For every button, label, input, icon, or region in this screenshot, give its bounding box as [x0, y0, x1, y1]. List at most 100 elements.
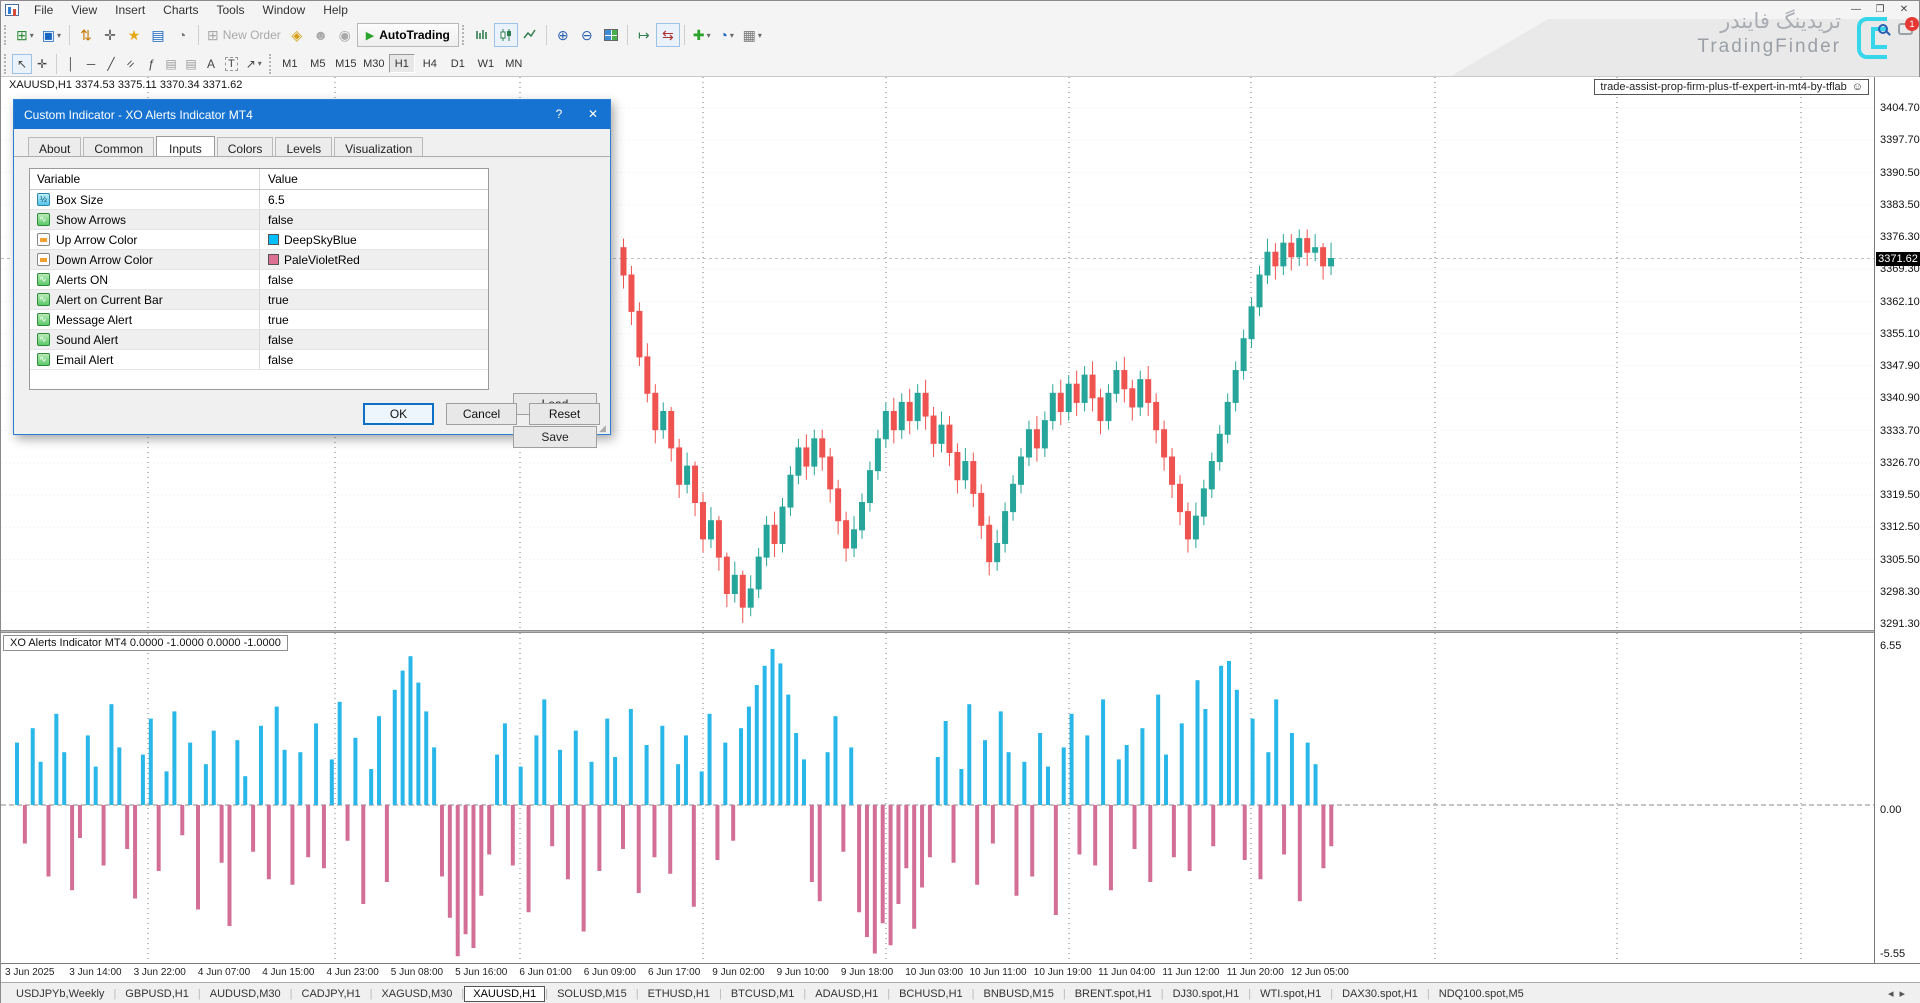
toolbar-grip[interactable]	[462, 25, 466, 45]
scroll-right-icon[interactable]: ▸	[1899, 988, 1911, 1000]
chart-tab-gbpusd[interactable]: GBPUSD,H1	[116, 986, 198, 1002]
reset-button[interactable]: Reset	[529, 403, 600, 425]
indicators-button[interactable]: ✚▾	[689, 23, 715, 47]
search-icon[interactable]	[1878, 24, 1888, 34]
dialog-close-button[interactable]: ✕	[576, 100, 610, 129]
autotrading-button[interactable]: ▶ AutoTrading	[357, 23, 459, 47]
strategy-tester-button[interactable]: ◔	[170, 23, 194, 47]
chart-tab-xauusd[interactable]: XAUUSD,H1	[464, 986, 545, 1002]
timeframe-h1[interactable]: H1	[389, 54, 415, 73]
new-order-button[interactable]: ⊞ New Order	[203, 23, 285, 47]
trendline-button[interactable]: ╱	[101, 54, 121, 74]
menu-tools[interactable]: Tools	[208, 1, 254, 19]
timeframe-w1[interactable]: W1	[473, 54, 499, 73]
menu-help[interactable]: Help	[314, 1, 357, 19]
vertical-line-button[interactable]: │	[61, 54, 81, 74]
fibonacci-button[interactable]: ƒ	[141, 54, 161, 74]
chart-tab-btcusd[interactable]: BTCUSD,M1	[722, 986, 804, 1002]
label-tool-button[interactable]: T	[221, 54, 242, 74]
param-value[interactable]: false	[268, 353, 293, 367]
menu-insert[interactable]: Insert	[106, 1, 154, 19]
param-row[interactable]: Alerts ONfalse	[30, 270, 488, 290]
ok-button[interactable]: OK	[363, 403, 434, 425]
param-value[interactable]: false	[268, 273, 293, 287]
cursor-tool-button[interactable]: ↖	[12, 54, 32, 74]
param-value[interactable]: false	[268, 333, 293, 347]
timeframe-m1[interactable]: M1	[277, 54, 303, 73]
menu-file[interactable]: File	[25, 1, 62, 19]
chart-tab-solusd[interactable]: SOLUSD,M15	[548, 986, 636, 1002]
timeframe-mn[interactable]: MN	[501, 54, 527, 73]
menu-charts[interactable]: Charts	[154, 1, 207, 19]
menu-window[interactable]: Window	[254, 1, 315, 19]
chart-tab-dax30.spot[interactable]: DAX30.spot,H1	[1333, 986, 1427, 1002]
bar-chart-button[interactable]	[470, 23, 494, 47]
grid-tool-button[interactable]: ▤	[161, 54, 181, 74]
terminal-button[interactable]: ▤	[146, 23, 170, 47]
param-value[interactable]: DeepSkyBlue	[284, 233, 357, 247]
text-tool-button[interactable]: A	[201, 54, 221, 74]
navigator-button[interactable]: ★	[122, 23, 146, 47]
tile-windows-button[interactable]	[599, 23, 623, 47]
chart-tab-xagusd[interactable]: XAGUSD,M30	[372, 986, 461, 1002]
timeframe-d1[interactable]: D1	[445, 54, 471, 73]
timeframe-m15[interactable]: M15	[333, 54, 359, 73]
menu-view[interactable]: View	[62, 1, 106, 19]
param-row[interactable]: Up Arrow ColorDeepSkyBlue	[30, 230, 488, 250]
param-row[interactable]: Message Alerttrue	[30, 310, 488, 330]
chart-tab-audusd[interactable]: AUDUSD,M30	[201, 986, 290, 1002]
arrows-tool-button[interactable]: ↗▾	[242, 54, 266, 74]
chart-tab-bnbusd[interactable]: BNBUSD,M15	[975, 986, 1063, 1002]
chart-tab-ndq100.spot[interactable]: NDQ100.spot,M5	[1430, 986, 1533, 1002]
param-value[interactable]: true	[268, 293, 289, 307]
scroll-left-icon[interactable]: ◂	[1888, 988, 1900, 1000]
templates-button[interactable]: ▦▾	[739, 23, 766, 47]
auto-scroll-button[interactable]: ↦	[632, 23, 656, 47]
resize-grip[interactable]: ◢	[599, 423, 609, 433]
toolbar-grip[interactable]	[269, 54, 273, 74]
signals-button[interactable]: ◉	[333, 23, 357, 47]
chart-tab-brent.spot[interactable]: BRENT.spot,H1	[1066, 986, 1161, 1002]
tab-scroll-arrows[interactable]: ◂▸	[1888, 987, 1920, 1000]
timeframe-m5[interactable]: M5	[305, 54, 331, 73]
dialog-title-bar[interactable]: Custom Indicator - XO Alerts Indicator M…	[14, 100, 610, 129]
chart-tab-cadjpy[interactable]: CADJPY,H1	[293, 986, 370, 1002]
zoom-out-button[interactable]: ⊖	[575, 23, 599, 47]
param-row[interactable]: Email Alertfalse	[30, 350, 488, 370]
candlestick-button[interactable]	[494, 23, 518, 47]
chart-tab-adausd[interactable]: ADAUSD,H1	[806, 986, 887, 1002]
periods-button[interactable]: ◔▾	[715, 23, 739, 47]
grid-tool2-button[interactable]: ▤	[181, 54, 201, 74]
param-row[interactable]: Sound Alertfalse	[30, 330, 488, 350]
dialog-help-button[interactable]: ?	[542, 100, 576, 129]
param-value[interactable]: false	[268, 213, 293, 227]
metaeditor-button[interactable]: ◈	[285, 23, 309, 47]
param-row[interactable]: ½Box Size6.5	[30, 190, 488, 210]
param-row[interactable]: Down Arrow ColorPaleVioletRed	[30, 250, 488, 270]
chart-tab-dj30.spot[interactable]: DJ30.spot,H1	[1164, 986, 1249, 1002]
channel-button[interactable]: =	[121, 54, 141, 74]
chart-tab-ethusd[interactable]: ETHUSD,H1	[639, 986, 719, 1002]
param-value[interactable]: 6.5	[268, 193, 285, 207]
chart-shift-button[interactable]: ⇆	[656, 23, 680, 47]
line-chart-button[interactable]	[518, 23, 542, 47]
zoom-in-button[interactable]: ⊕	[551, 23, 575, 47]
timeframe-m30[interactable]: M30	[361, 54, 387, 73]
horizontal-line-button[interactable]: ─	[81, 54, 101, 74]
param-row[interactable]: Show Arrowsfalse	[30, 210, 488, 230]
experts-button[interactable]: ☻	[309, 23, 333, 47]
cancel-button[interactable]: Cancel	[446, 403, 517, 425]
profiles-button[interactable]: ▣▾	[38, 23, 65, 47]
notifications-icon[interactable]: 1	[1898, 23, 1913, 35]
crosshair-tool-button[interactable]: ✛	[32, 54, 52, 74]
chart-tab-usdjpyb[interactable]: USDJPYb,Weekly	[7, 986, 113, 1002]
market-watch-button[interactable]: ⇅	[74, 23, 98, 47]
data-window-button[interactable]: ✛	[98, 23, 122, 47]
save-button[interactable]: Save	[513, 426, 597, 448]
param-value[interactable]: PaleVioletRed	[284, 253, 360, 267]
param-value[interactable]: true	[268, 313, 289, 327]
toolbar-grip[interactable]	[4, 25, 8, 45]
toolbar-grip[interactable]	[4, 54, 8, 74]
chart-tab-bchusd[interactable]: BCHUSD,H1	[890, 986, 972, 1002]
new-chart-button[interactable]: ⊞▾	[12, 23, 38, 47]
